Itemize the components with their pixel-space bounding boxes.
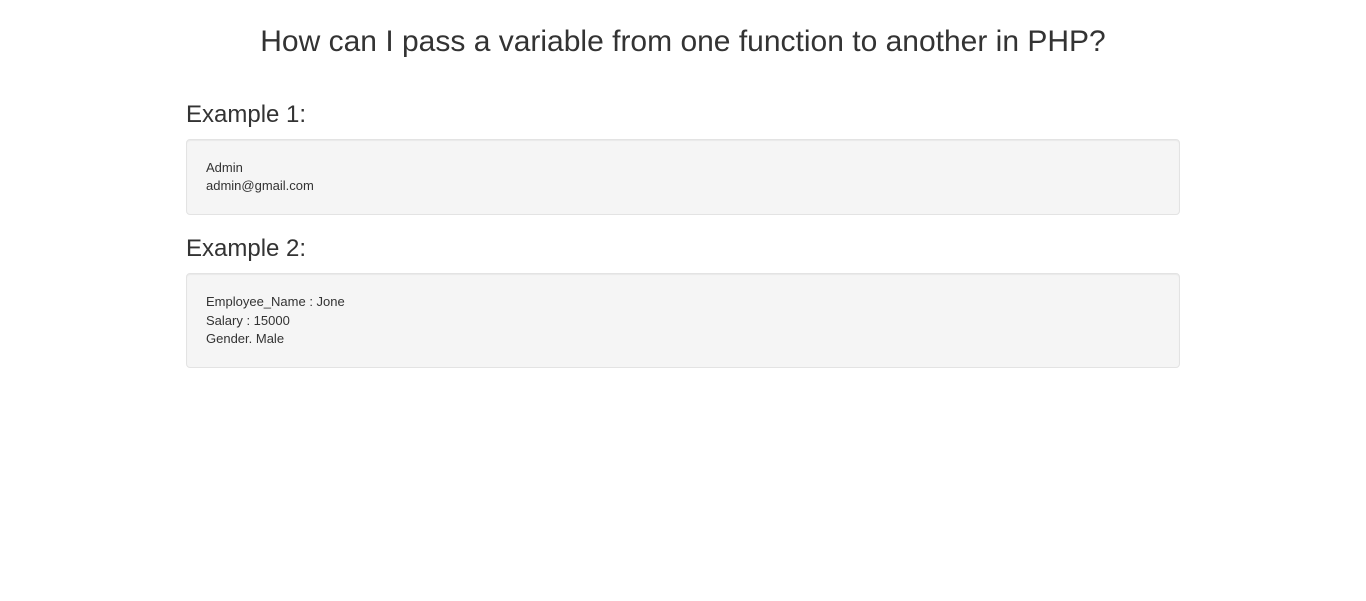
example-1-output: Admin admin@gmail.com — [186, 139, 1180, 215]
example-2-heading: Example 2: — [186, 235, 1180, 263]
page-title: How can I pass a variable from one funct… — [186, 25, 1180, 59]
example-2-output: Employee_Name : Jone Salary : 15000 Gend… — [186, 273, 1180, 368]
main-container: How can I pass a variable from one funct… — [171, 25, 1195, 368]
example-1-heading: Example 1: — [186, 101, 1180, 129]
